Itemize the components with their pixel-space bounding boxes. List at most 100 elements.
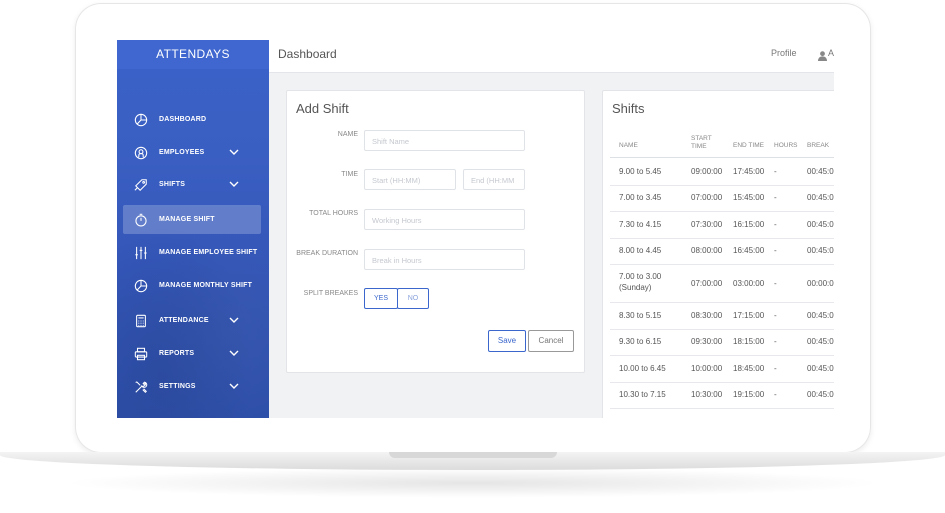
table-cell-break: 00:45:0 bbox=[807, 219, 834, 229]
table-cell-end: 15:45:00 bbox=[733, 193, 765, 203]
table-cell-break: 00:45:0 bbox=[807, 246, 834, 256]
sidebar-item-shifts[interactable]: SHIFTS bbox=[123, 170, 261, 199]
table-cell-end: 19:15:00 bbox=[733, 390, 765, 400]
table-cell-start: 10:30:00 bbox=[691, 390, 723, 400]
end-time-input[interactable]: End (HH:MM bbox=[463, 169, 525, 190]
table-row[interactable]: 7.00 to 3.45 07:00:00 15:45:00- 00:45:0 bbox=[610, 185, 834, 212]
column-header-end-time: END TIME bbox=[733, 142, 764, 149]
timer-icon bbox=[133, 212, 149, 228]
sidebar-item-settings[interactable]: SETTINGS bbox=[123, 372, 261, 401]
table-cell-hours: - bbox=[774, 193, 777, 203]
sidebar-item-label: MANAGE EMPLOYEE SHIFT bbox=[159, 249, 258, 256]
table-cell-break: 00:45:0 bbox=[807, 363, 834, 373]
pie-chart-icon bbox=[133, 112, 149, 128]
table-cell-break: 00:45:0 bbox=[807, 390, 834, 400]
table-cell-end: 18:15:00 bbox=[733, 337, 765, 347]
table-cell-hours: - bbox=[774, 219, 777, 229]
sidebar-item-label: ATTENDANCE bbox=[159, 317, 209, 324]
sidebar-item-label: SETTINGS bbox=[159, 383, 196, 390]
table-cell-end: 16:15:00 bbox=[733, 219, 765, 229]
sidebar-item-label: SHIFTS bbox=[159, 181, 186, 188]
printer-icon bbox=[133, 346, 149, 362]
chevron-down-icon bbox=[229, 383, 239, 391]
user-icon[interactable] bbox=[818, 48, 827, 61]
profile-link[interactable]: Profile bbox=[771, 48, 797, 58]
sliders-icon bbox=[133, 245, 149, 261]
table-cell-hours: - bbox=[774, 166, 777, 176]
table-row[interactable]: 7.30 to 4.15 07:30:00 16:15:00- 00:45:0 bbox=[610, 211, 834, 239]
sidebar-item-label: DASHBOARD bbox=[159, 116, 207, 123]
table-cell-end: 17:15:00 bbox=[733, 310, 765, 320]
save-button[interactable]: Save bbox=[488, 330, 526, 352]
column-header-hours: HOURS bbox=[774, 142, 798, 149]
table-cell-hours: - bbox=[774, 337, 777, 347]
table-cell-start: 07:00:00 bbox=[691, 278, 723, 288]
split-breaks-label: SPLIT BREAKES bbox=[303, 290, 358, 297]
employees-icon bbox=[133, 145, 149, 161]
table-row[interactable]: 8.00 to 4.45 08:00:00 16:45:00- 00:45:0 bbox=[610, 238, 834, 265]
table-row[interactable]: 9.00 to 5.45 09:00:00 17:45:00- 00:45:0 bbox=[610, 158, 834, 186]
table-cell-end: 16:45:00 bbox=[733, 246, 765, 256]
add-shift-title: Add Shift bbox=[296, 101, 349, 116]
laptop-shadow bbox=[60, 468, 885, 498]
user-menu[interactable]: A bbox=[828, 48, 834, 58]
table-cell-hours: - bbox=[774, 278, 777, 288]
sidebar-item-manage-shift[interactable]: MANAGE SHIFT bbox=[123, 205, 261, 234]
table-row[interactable]: 10.30 to 7.15 10:30:00 19:15:00- 00:45:0 bbox=[610, 382, 834, 409]
sidebar-item-employees[interactable]: EMPLOYEES bbox=[123, 138, 261, 167]
table-cell-name: 7.30 to 4.15 bbox=[619, 219, 662, 229]
table-cell-name: 7.00 to 3.45 bbox=[619, 193, 662, 203]
table-row[interactable]: 7.00 to 3.00 (Sunday) 07:00:00 03:00:00- 00… bbox=[610, 264, 834, 303]
tag-icon bbox=[133, 177, 149, 193]
table-cell-break: 00:45:0 bbox=[807, 337, 834, 347]
split-breaks-no-toggle[interactable]: NO bbox=[397, 288, 429, 309]
table-row[interactable]: 9.30 to 6.15 09:30:00 18:15:00- 00:45:0 bbox=[610, 329, 834, 356]
chevron-down-icon bbox=[229, 149, 239, 157]
page-title: Dashboard bbox=[278, 47, 337, 61]
sidebar-item-manage-monthly-shift[interactable]: MANAGE MONTHLY SHIFT bbox=[123, 271, 261, 300]
start-time-input[interactable]: Start (HH:MM) bbox=[364, 169, 456, 190]
shifts-title: Shifts bbox=[612, 101, 645, 116]
shift-name-input[interactable]: Shift Name bbox=[364, 130, 525, 151]
table-cell-start: 09:00:00 bbox=[691, 166, 723, 176]
sidebar-item-label: MANAGE SHIFT bbox=[159, 216, 215, 223]
table-cell-start: 10:00:00 bbox=[691, 363, 723, 373]
table-cell-break: 00:45:0 bbox=[807, 166, 834, 176]
sidebar-item-reports[interactable]: REPORTS bbox=[123, 339, 261, 368]
table-cell-end: 18:45:00 bbox=[733, 363, 765, 373]
total-hours-input[interactable]: Working Hours bbox=[364, 209, 525, 230]
table-row[interactable]: 10.00 to 6.45 10:00:00 18:45:00- 00:45:0 bbox=[610, 355, 834, 383]
app-screen: ATTENDAYS DASHBOARD EMPLOYEES SHIFTS MAN… bbox=[117, 40, 834, 418]
top-bar: Dashboard Profile A bbox=[269, 40, 834, 73]
shifts-card: Shifts NAME START TIME END TIME HOURS BR… bbox=[602, 90, 834, 418]
break-duration-input[interactable]: Break in Hours bbox=[364, 249, 525, 270]
name-label: NAME bbox=[337, 131, 358, 138]
chevron-down-icon bbox=[229, 350, 239, 358]
table-cell-name: 10.30 to 7.15 bbox=[619, 390, 666, 400]
table-cell-start: 07:30:00 bbox=[691, 219, 723, 229]
cancel-button[interactable]: Cancel bbox=[528, 330, 574, 352]
time-label: TIME bbox=[341, 171, 358, 178]
sidebar-item-label: REPORTS bbox=[159, 350, 195, 357]
sidebar: ATTENDAYS DASHBOARD EMPLOYEES SHIFTS MAN… bbox=[117, 40, 269, 418]
chevron-down-icon bbox=[229, 181, 239, 189]
table-cell-break: 00:00:0 bbox=[807, 278, 834, 288]
split-breaks-yes-toggle[interactable]: YES bbox=[364, 288, 398, 309]
table-cell-break: 00:45:0 bbox=[807, 310, 834, 320]
table-cell-name: 10.00 to 6.45 bbox=[619, 363, 666, 373]
table-row[interactable]: 8.30 to 5.15 08:30:00 17:15:00- 00:45:0 bbox=[610, 302, 834, 330]
sidebar-item-label: EMPLOYEES bbox=[159, 149, 205, 156]
break-duration-label: BREAK DURATION bbox=[296, 250, 358, 257]
table-cell-name: 8.30 to 5.15 bbox=[619, 310, 662, 320]
sidebar-item-dashboard[interactable]: DASHBOARD bbox=[123, 105, 261, 134]
sidebar-item-attendance[interactable]: ATTENDANCE bbox=[123, 306, 261, 335]
pie-chart-icon bbox=[133, 278, 149, 294]
table-cell-hours: - bbox=[774, 363, 777, 373]
brand-logo[interactable]: ATTENDAYS bbox=[117, 40, 269, 69]
laptop-notch bbox=[389, 452, 557, 458]
column-header-start-time: START TIME bbox=[691, 135, 712, 150]
table-cell-name: 7.00 to 3.00 (Sunday) bbox=[619, 272, 662, 292]
table-cell-hours: - bbox=[774, 310, 777, 320]
column-header-break: BREAK bbox=[807, 142, 830, 149]
sidebar-item-manage-employee-shift[interactable]: MANAGE EMPLOYEE SHIFT bbox=[123, 238, 261, 267]
